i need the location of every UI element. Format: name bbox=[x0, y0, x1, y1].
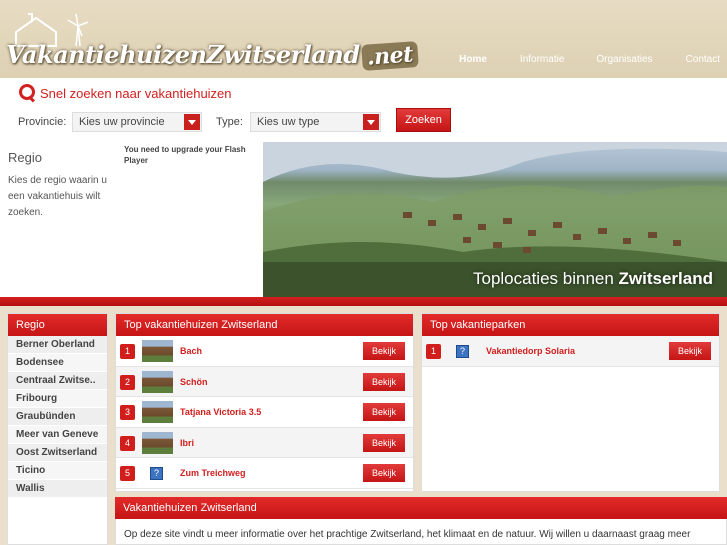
type-label: Type: bbox=[216, 116, 243, 128]
main-nav: Home Informatie Organisaties Contact bbox=[459, 52, 727, 67]
list-item: 1 Bach Bekijk bbox=[116, 336, 413, 367]
top-parken-title: Top vakantieparken bbox=[422, 314, 719, 336]
house-thumbnail[interactable] bbox=[142, 401, 173, 423]
top-huizen-title: Top vakantiehuizen Zwitserland bbox=[116, 314, 413, 336]
rank-badge: 1 bbox=[426, 344, 441, 359]
nav-contact[interactable]: Contact bbox=[686, 52, 720, 67]
question-icon[interactable]: ? bbox=[150, 467, 163, 480]
quick-search-title-text: Snel zoeken naar vakantiehuizen bbox=[40, 86, 232, 101]
rank-badge: 4 bbox=[120, 435, 135, 451]
chevron-down-icon bbox=[363, 114, 379, 130]
nav-organisaties[interactable]: Organisaties bbox=[596, 52, 652, 67]
top-huizen-panel: Top vakantiehuizen Zwitserland 1 Bach Be… bbox=[115, 313, 414, 492]
regio-item[interactable]: Fribourg bbox=[8, 390, 107, 408]
rank-badge: 2 bbox=[120, 374, 135, 390]
park-name[interactable]: Vakantiedorp Solaria bbox=[486, 346, 575, 356]
bekijk-button[interactable]: Bekijk bbox=[363, 464, 405, 482]
hero-caption: Toplocaties binnen Zwitserland bbox=[473, 269, 713, 289]
about-title: Vakantiehuizen Zwitserland bbox=[115, 497, 727, 519]
house-name[interactable]: Zum Treichweg bbox=[180, 468, 246, 478]
about-text: Op deze site vindt u meer informatie ove… bbox=[124, 529, 691, 540]
house-name[interactable]: Schön bbox=[180, 377, 208, 387]
about-panel: Op deze site vindt u meer informatie ove… bbox=[115, 519, 727, 545]
house-thumbnail[interactable] bbox=[142, 340, 173, 362]
search-button[interactable]: Zoeken bbox=[396, 108, 451, 132]
provincie-select-value: Kies uw provincie bbox=[79, 116, 165, 128]
rank-badge: 1 bbox=[120, 344, 135, 359]
list-item: 5 ? Zum Treichweg Bekijk bbox=[116, 458, 413, 489]
red-divider bbox=[0, 297, 727, 306]
nav-home[interactable]: Home bbox=[459, 52, 487, 67]
regio-item[interactable]: Wallis bbox=[8, 480, 107, 498]
house-thumbnail[interactable] bbox=[142, 431, 173, 454]
regio-item[interactable]: Centraal Zwitse.. bbox=[8, 372, 107, 390]
hero-caption-bold: Zwitserland bbox=[618, 269, 713, 288]
house-name[interactable]: Ibri bbox=[180, 438, 194, 448]
regio-panel-title: Regio bbox=[8, 314, 107, 336]
bekijk-button[interactable]: Bekijk bbox=[363, 403, 405, 421]
bekijk-button[interactable]: Bekijk bbox=[669, 342, 711, 360]
quick-search-bar: Snel zoeken naar vakantiehuizen Provinci… bbox=[0, 78, 727, 142]
rank-badge: 5 bbox=[120, 466, 135, 481]
question-icon[interactable]: ? bbox=[456, 345, 469, 358]
regio-item[interactable]: Graubünden bbox=[8, 408, 107, 426]
list-item: 4 Ibri Bekijk bbox=[116, 427, 413, 458]
logo-text: VakantiehuizenZwitserland bbox=[6, 40, 360, 69]
bekijk-button[interactable]: Bekijk bbox=[363, 433, 405, 452]
hero-caption-light: Toplocaties binnen bbox=[472, 269, 619, 288]
type-select-value: Kies uw type bbox=[257, 116, 320, 128]
site-header: VakantiehuizenZwitserland .net Home Infor… bbox=[0, 0, 727, 78]
regio-intro: Regio Kies de regio waarin u een vakanti… bbox=[0, 142, 118, 297]
house-name[interactable]: Bach bbox=[180, 346, 202, 356]
regio-intro-text: Kies de regio waarin u een vakantiehuis … bbox=[8, 175, 107, 218]
regio-item[interactable]: Berner Oberland bbox=[8, 336, 107, 354]
top-parken-panel: Top vakantieparken 1 ? Vakantiedorp Sola… bbox=[421, 313, 720, 492]
type-select[interactable]: Kies uw type bbox=[250, 112, 381, 132]
hero-banner[interactable]: Toplocaties binnen Zwitserland bbox=[263, 142, 727, 297]
search-icon bbox=[18, 84, 36, 102]
list-item: 3 Tatjana Victoria 3.5 Bekijk bbox=[116, 397, 413, 428]
regio-item[interactable]: Bodensee bbox=[8, 354, 107, 372]
house-name[interactable]: Tatjana Victoria 3.5 bbox=[180, 407, 261, 417]
regio-intro-title: Regio bbox=[8, 150, 42, 165]
provincie-select[interactable]: Kies uw provincie bbox=[72, 112, 202, 132]
rank-badge: 3 bbox=[120, 405, 135, 420]
chevron-down-icon bbox=[184, 114, 200, 130]
list-item: 1 ? Vakantiedorp Solaria Bekijk bbox=[422, 336, 719, 367]
provincie-label: Provincie: bbox=[18, 116, 67, 128]
bekijk-button[interactable]: Bekijk bbox=[363, 372, 405, 391]
bekijk-button[interactable]: Bekijk bbox=[363, 342, 405, 360]
list-item: 2 Schön Bekijk bbox=[116, 366, 413, 397]
regio-panel: Regio Berner Oberland Bodensee Centraal … bbox=[7, 313, 108, 545]
logo-tld: .net bbox=[360, 41, 419, 71]
regio-item[interactable]: Meer van Geneve bbox=[8, 426, 107, 444]
house-thumbnail[interactable] bbox=[142, 370, 173, 393]
site-logo[interactable]: VakantiehuizenZwitserland .net bbox=[6, 40, 419, 72]
nav-informatie[interactable]: Informatie bbox=[520, 52, 564, 67]
flash-upgrade-notice[interactable]: You need to upgrade your Flash Player bbox=[118, 142, 263, 297]
regio-item[interactable]: Oost Zwitserland bbox=[8, 444, 107, 462]
regio-list: Berner Oberland Bodensee Centraal Zwitse… bbox=[8, 336, 107, 498]
regio-item[interactable]: Ticino bbox=[8, 462, 107, 480]
quick-search-title: Snel zoeken naar vakantiehuizen bbox=[18, 84, 232, 102]
